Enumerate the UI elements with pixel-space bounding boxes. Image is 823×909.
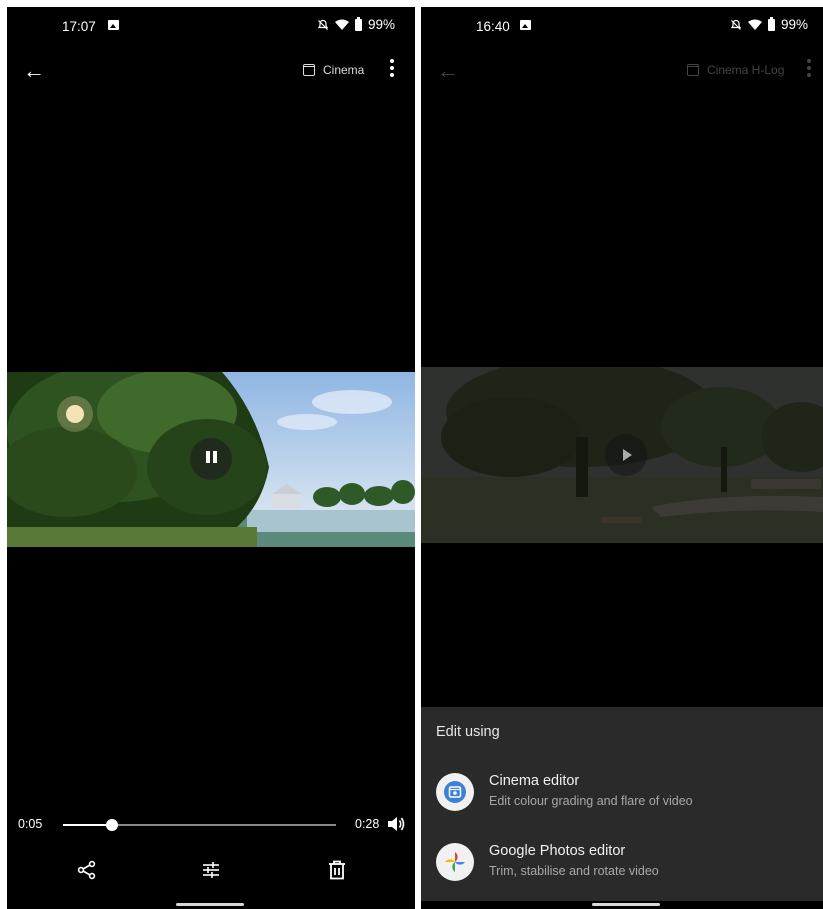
current-time: 0:05 — [18, 817, 43, 831]
back-arrow-icon[interactable]: ← — [437, 59, 459, 83]
cinema-log-icon — [687, 64, 699, 76]
status-bar: 17:07 99% — [7, 7, 415, 45]
play-button[interactable] — [605, 434, 647, 476]
video-frame[interactable] — [7, 372, 415, 547]
battery-icon — [355, 16, 362, 31]
top-app-bar: ← Cinema H-Log — [421, 57, 823, 89]
gallery-notification-icon — [520, 20, 531, 30]
option-subtitle: Edit colour grading and flare of video — [489, 794, 693, 808]
status-time: 16:40 — [476, 19, 510, 34]
status-bar: 16:40 99% — [421, 7, 823, 45]
google-photos-editor-option[interactable]: Google Photos editor Trim, stabilise and… — [421, 837, 823, 893]
cinema-editor-icon — [436, 773, 474, 811]
battery-percent: 99% — [368, 17, 396, 32]
gesture-nav-handle[interactable] — [176, 903, 244, 906]
sheet-title: Edit using — [436, 724, 500, 740]
back-arrow-icon[interactable]: ← — [23, 59, 45, 83]
share-icon[interactable] — [74, 857, 100, 883]
left-phone-screen: 17:07 99% ← Cinema 0:05 0:28 — [7, 7, 415, 909]
seek-thumb[interactable] — [105, 819, 118, 831]
edit-using-sheet: Edit using Cinema editor Edit colour gra… — [421, 707, 823, 901]
play-icon — [623, 449, 632, 461]
option-subtitle: Trim, stabilise and rotate video — [489, 864, 659, 878]
duration-time: 0:28 — [355, 817, 380, 831]
volume-icon[interactable] — [386, 815, 406, 833]
gesture-nav-handle[interactable] — [592, 903, 660, 906]
wifi-icon — [335, 19, 349, 30]
mode-label: Cinema H-Log — [707, 63, 785, 77]
gallery-notification-icon — [108, 20, 119, 30]
option-title: Cinema editor — [489, 773, 580, 789]
status-icons: 99% — [317, 16, 396, 32]
battery-icon — [768, 16, 775, 31]
more-options-icon[interactable] — [807, 59, 811, 80]
right-phone-screen: 16:40 99% ← Cinema H-Log Edit using Cine… — [421, 7, 823, 909]
option-title: Google Photos editor — [489, 843, 626, 859]
pause-button[interactable] — [190, 438, 232, 480]
cinema-editor-option[interactable]: Cinema editor Edit colour grading and fl… — [421, 767, 823, 823]
mode-label: Cinema — [323, 63, 365, 77]
google-photos-icon — [436, 843, 474, 881]
status-icons: 99% — [730, 16, 809, 32]
video-frame[interactable] — [421, 367, 823, 543]
cinema-clip-icon — [303, 64, 315, 76]
notifications-off-icon — [730, 19, 742, 30]
edit-adjust-icon[interactable] — [198, 857, 224, 883]
delete-icon[interactable] — [324, 857, 350, 883]
wifi-icon — [748, 19, 762, 30]
more-options-icon[interactable] — [390, 59, 394, 80]
battery-percent: 99% — [781, 17, 809, 32]
seek-progress — [63, 824, 112, 826]
cinema-mode-chip[interactable]: Cinema — [303, 63, 364, 77]
seek-track[interactable] — [63, 819, 336, 831]
cinema-hlog-chip[interactable]: Cinema H-Log — [687, 63, 784, 77]
top-app-bar: ← Cinema — [7, 57, 415, 89]
pause-icon — [204, 450, 218, 468]
bottom-actions — [7, 857, 415, 887]
seek-bar-row: 0:05 0:28 — [7, 816, 415, 836]
status-time: 17:07 — [62, 19, 96, 34]
notifications-off-icon — [317, 19, 329, 30]
